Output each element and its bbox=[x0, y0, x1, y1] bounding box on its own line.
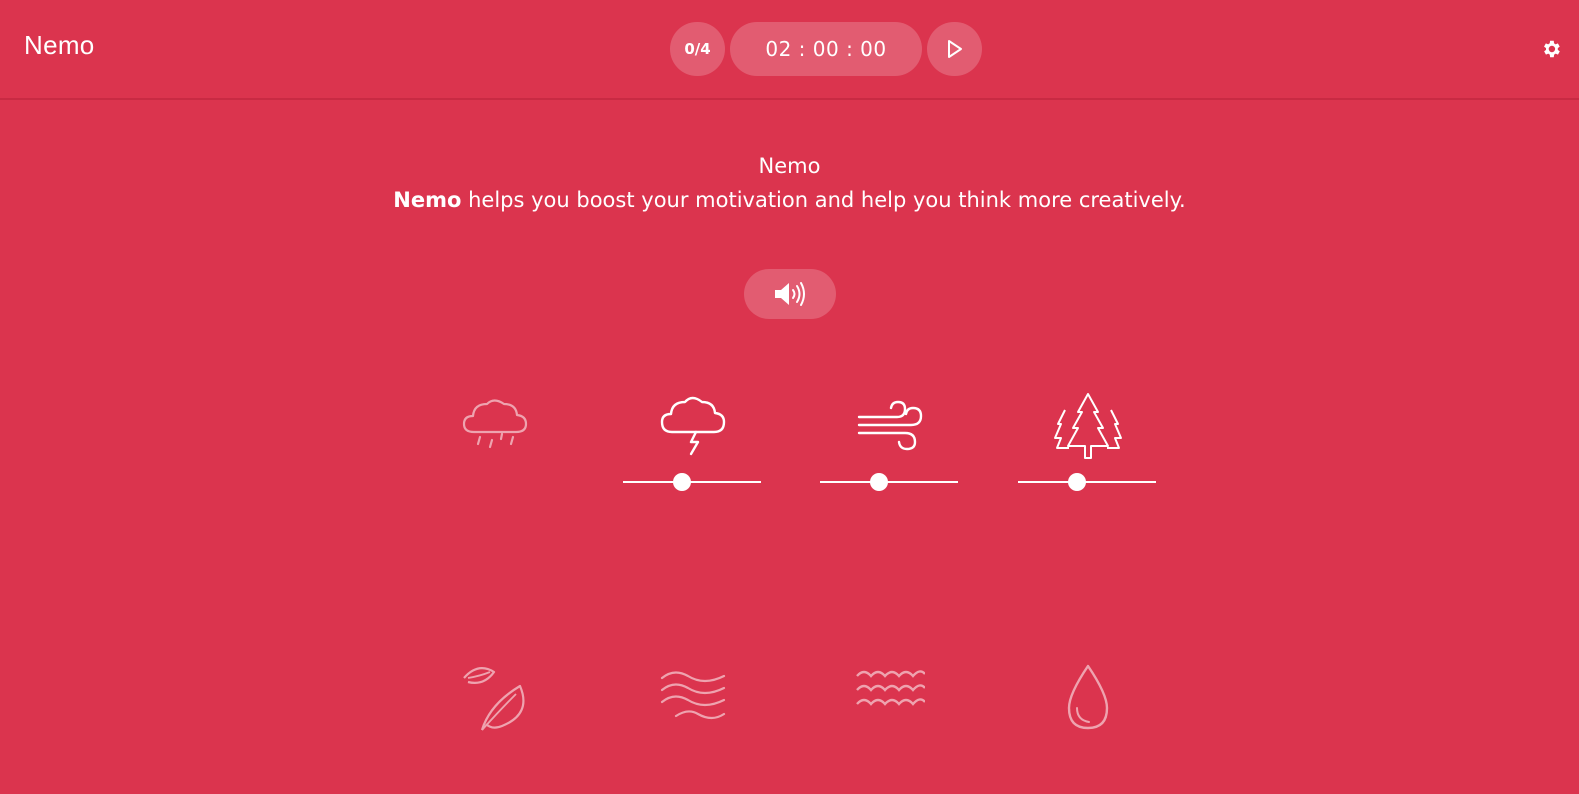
wind-volume-slider[interactable] bbox=[820, 473, 958, 491]
forest-volume-slider[interactable] bbox=[1018, 473, 1156, 491]
session-counter: 0/4 bbox=[670, 22, 725, 76]
app-logo[interactable]: Nemo bbox=[24, 30, 95, 61]
leaf-icon[interactable] bbox=[460, 664, 530, 734]
intro-brand: Nemo bbox=[393, 188, 462, 212]
water-waves-icon[interactable] bbox=[855, 664, 925, 734]
sound-forest[interactable] bbox=[1018, 392, 1158, 522]
timer-display[interactable]: 02 : 00 : 00 bbox=[730, 22, 922, 76]
sound-drop[interactable] bbox=[1018, 664, 1158, 794]
mute-toggle-button[interactable] bbox=[744, 269, 836, 319]
thunderstorm-volume-slider[interactable] bbox=[623, 473, 761, 491]
sound-water[interactable] bbox=[820, 664, 960, 794]
slider-knob[interactable] bbox=[673, 473, 692, 491]
sound-leaves[interactable] bbox=[425, 664, 565, 794]
slider-knob[interactable] bbox=[870, 473, 889, 491]
waves-icon[interactable] bbox=[658, 664, 728, 734]
slider-knob[interactable] bbox=[1068, 473, 1087, 491]
water-drop-icon[interactable] bbox=[1053, 664, 1123, 734]
speaker-volume-icon bbox=[775, 282, 805, 306]
forest-icon[interactable] bbox=[1053, 392, 1123, 462]
sound-rain[interactable] bbox=[425, 392, 565, 522]
sound-thunderstorm[interactable] bbox=[623, 392, 763, 522]
top-bar: Nemo 0/4 02 : 00 : 00 bbox=[0, 0, 1579, 100]
intro-description-text: helps you boost your motivation and help… bbox=[461, 188, 1186, 212]
wind-icon[interactable] bbox=[855, 392, 925, 462]
thunderstorm-icon[interactable] bbox=[658, 392, 728, 462]
intro-title: Nemo bbox=[758, 154, 821, 178]
settings-gear-icon[interactable] bbox=[1540, 38, 1562, 60]
sound-wind[interactable] bbox=[820, 392, 960, 522]
play-button[interactable] bbox=[927, 22, 982, 76]
rain-cloud-icon[interactable] bbox=[460, 392, 530, 462]
play-icon bbox=[947, 40, 962, 58]
intro-description: Nemo helps you boost your motivation and… bbox=[0, 188, 1579, 212]
sound-waves[interactable] bbox=[623, 664, 763, 794]
